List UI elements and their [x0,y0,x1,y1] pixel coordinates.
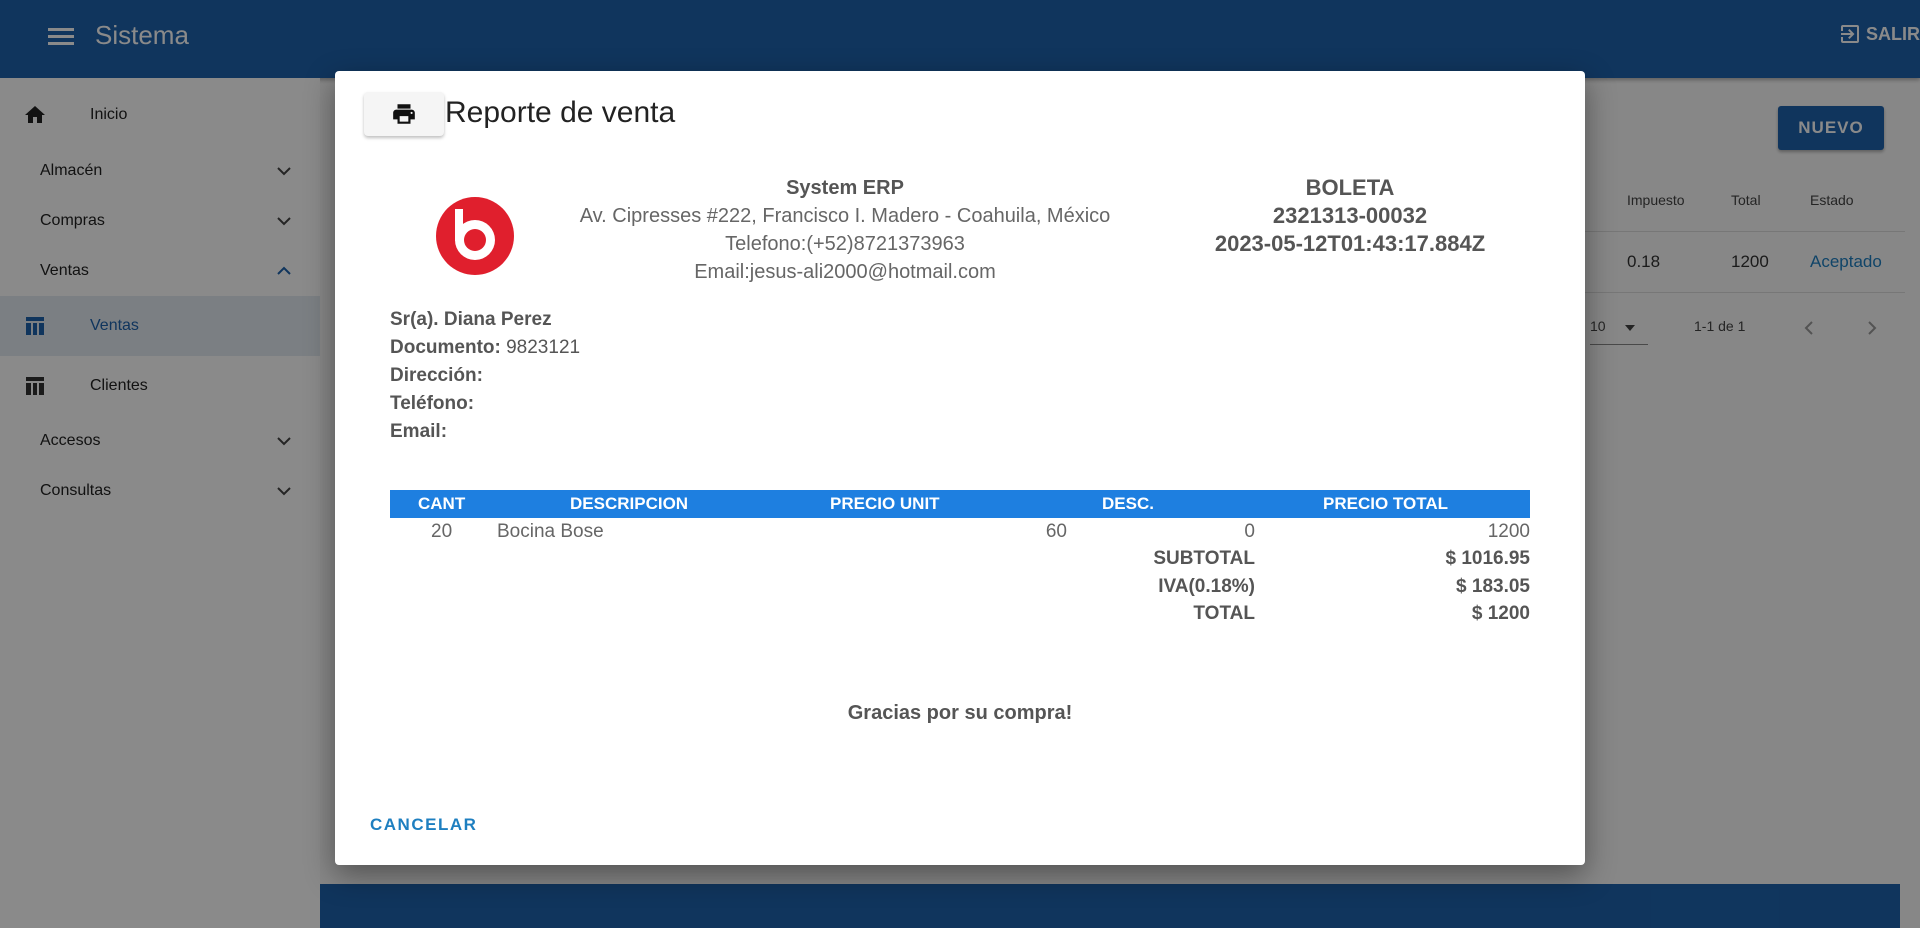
header-precio-unit: PRECIO UNIT [830,494,940,513]
tax-label: IVA(0.18%) [1158,576,1255,597]
tax-value: $ 183.05 [1456,576,1530,597]
item-unit-price: 60 [1045,521,1067,542]
item-qty: 20 [431,521,453,542]
header-desc: DESC. [1102,494,1154,513]
voucher-type: BOLETA [1305,175,1395,200]
item-description: Bocina Bose [497,521,604,542]
thanks-message: Gracias por su compra! [847,702,1073,724]
company-info: System ERP Av. Cipresses #222, Francisco… [565,174,1125,286]
item-total: 1200 [1487,521,1530,542]
item-discount: 0 [1244,521,1255,542]
total-value: $ 1200 [1471,603,1530,624]
print-button[interactable] [364,92,444,136]
subtotal-value: $ 1016.95 [1445,548,1530,569]
items-table-header: CANT DESCRIPCION PRECIO UNIT DESC. PRECI… [390,490,1530,518]
client-doc-label: Documento: [390,337,501,358]
client-address-label: Dirección: [390,365,483,386]
voucher-info: BOLETA 2321313-00032 2023-05-12T01:43:17… [1185,174,1515,258]
client-info: Sr(a). Diana Perez Documento: 9823121 Di… [390,306,580,446]
company-name: System ERP [786,177,904,199]
dialog-title: Reporte de venta [445,96,676,129]
printer-icon [393,104,415,124]
subtotal-label: SUBTOTAL [1153,548,1255,569]
sale-report-dialog: Reporte de venta System ERP Av. Cipresse… [335,71,1585,865]
header-descripcion: DESCRIPCION [570,494,689,513]
company-phone: Telefono:(+52)8721373963 [725,233,965,255]
company-logo [436,197,514,275]
total-label: TOTAL [1193,603,1255,624]
client-doc-value: 9823121 [506,337,581,358]
company-address: Av. Cipresses #222, Francisco I. Madero … [579,205,1111,227]
company-email: Email:jesus-ali2000@hotmail.com [694,261,996,283]
client-name: Sr(a). Diana Perez [390,309,552,330]
header-cant: CANT [418,494,466,513]
cancel-button[interactable]: CANCELAR [366,811,481,839]
client-email-label: Email: [390,421,448,442]
voucher-number: 2321313-00032 [1272,203,1428,228]
header-precio-total: PRECIO TOTAL [1323,494,1448,513]
client-phone-label: Teléfono: [390,393,475,414]
voucher-date: 2023-05-12T01:43:17.884Z [1214,231,1486,256]
